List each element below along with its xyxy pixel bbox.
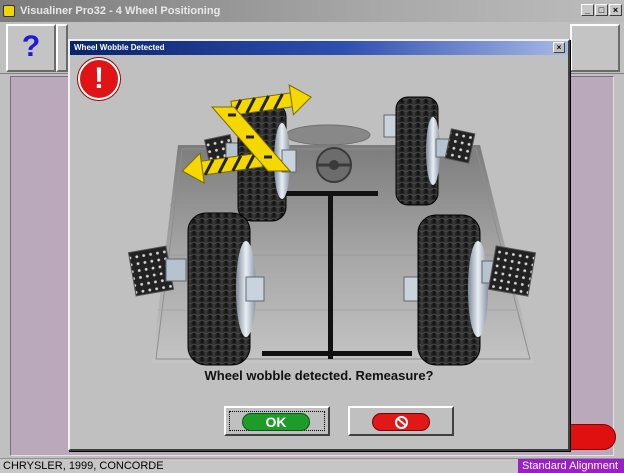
warning-icon: ! — [78, 58, 120, 100]
maximize-button[interactable]: □ — [595, 4, 608, 16]
toolbar-button-report[interactable] — [570, 24, 620, 72]
vehicle-alignment-illustration — [127, 84, 536, 366]
sensor-target-icon — [487, 245, 536, 297]
app-title: Visualiner Pro32 - 4 Wheel Positioning — [20, 5, 221, 17]
dialog-close-button[interactable]: × — [553, 42, 565, 53]
statusbar: CHRYSLER, 1999, CONCORDE Standard Alignm… — [0, 458, 624, 473]
wheel-wobble-dialog: Wheel Wobble Detected × ! Wheel wobble d… — [68, 39, 570, 451]
app-icon — [3, 5, 15, 17]
ok-button-label: OK — [242, 413, 310, 431]
alignment-mode-badge: Standard Alignment — [518, 459, 624, 473]
dialog-titlebar: Wheel Wobble Detected × — [70, 41, 568, 55]
dialog-message: Wheel wobble detected. Remeasure? — [204, 368, 434, 383]
minimize-button[interactable]: _ — [581, 4, 594, 16]
rear-left-wheel — [127, 212, 265, 366]
vehicle-info: CHRYSLER, 1999, CONCORDE — [3, 460, 164, 472]
toolbar-button-vehicle[interactable] — [56, 24, 68, 72]
ok-button[interactable]: OK — [224, 406, 330, 436]
window-controls: _ □ × — [581, 4, 622, 16]
cancel-pill — [372, 413, 430, 431]
no-entry-icon — [395, 416, 408, 429]
dialog-title: Wheel Wobble Detected — [74, 43, 165, 52]
help-button[interactable]: ? — [6, 24, 56, 72]
cancel-button[interactable] — [348, 406, 454, 436]
close-window-button[interactable]: × — [609, 4, 622, 16]
help-question-icon: ? — [21, 30, 41, 63]
app-titlebar: Visualiner Pro32 - 4 Wheel Positioning _… — [0, 0, 624, 22]
